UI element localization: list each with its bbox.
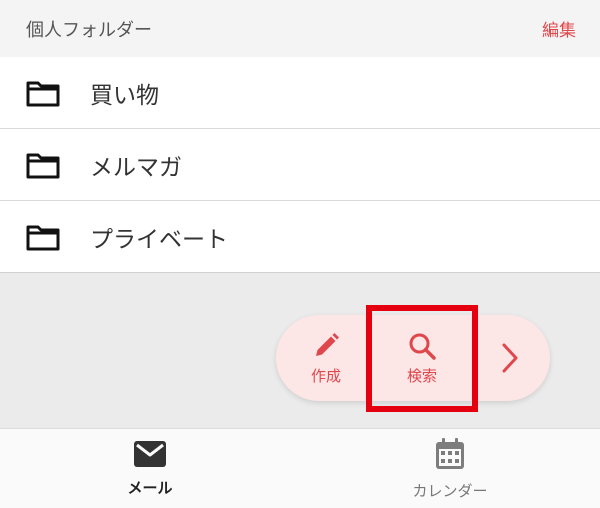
folder-label: メルマガ (90, 154, 182, 181)
nav-label-mail: メール (127, 478, 173, 497)
mail-icon (134, 440, 166, 471)
section-header: 個人フォルダー 編集 (0, 0, 600, 57)
pencil-icon (311, 331, 341, 361)
calendar-icon (435, 437, 465, 474)
nav-item-mail[interactable]: メール (0, 429, 300, 508)
compose-label: 作成 (310, 366, 341, 385)
folder-icon (26, 151, 60, 179)
folder-list: 買い物 メルマガ プライベート (0, 57, 600, 273)
folder-icon (26, 79, 60, 107)
bottom-nav: メール カレンダー (0, 428, 600, 508)
nav-label-calendar: カレンダー (412, 481, 488, 500)
folder-label: 買い物 (90, 82, 159, 109)
highlight-box (366, 305, 478, 412)
edit-button[interactable]: 編集 (542, 16, 576, 41)
folder-item-private[interactable]: プライベート (0, 201, 600, 273)
folder-item-newsletter[interactable]: メルマガ (0, 129, 600, 201)
section-title: 個人フォルダー (26, 19, 152, 41)
compose-button[interactable]: 作成 (276, 315, 376, 401)
folder-icon (26, 223, 60, 251)
next-button[interactable] (482, 315, 538, 401)
nav-item-calendar[interactable]: カレンダー (300, 429, 600, 508)
folder-label: プライベート (90, 226, 228, 253)
folder-item-shopping[interactable]: 買い物 (0, 57, 600, 129)
chevron-right-icon (499, 341, 521, 375)
